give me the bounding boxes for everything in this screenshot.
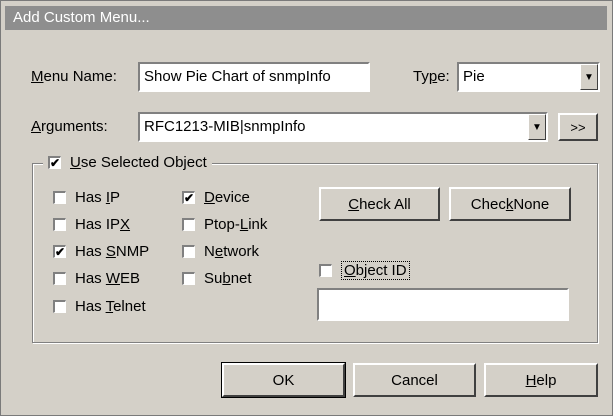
menu-name-label: Menu Name: [31, 68, 117, 85]
checkbox-icon [53, 300, 66, 313]
type-dropdown-arrow-icon[interactable]: ▼ [580, 64, 598, 90]
arguments-value: RFC1213-MIB|snmpInfo [144, 118, 306, 135]
arguments-label: Arguments: [31, 118, 108, 135]
checkbox-icon [182, 272, 195, 285]
menu-name-field[interactable]: Show Pie Chart of snmpInfo [138, 62, 370, 92]
has-telnet-label: Has Telnet [75, 298, 146, 315]
cancel-button[interactable]: Cancel [353, 363, 476, 397]
subnet-checkbox[interactable]: Subnet [182, 270, 252, 287]
arguments-combobox[interactable]: RFC1213-MIB|snmpInfo [138, 112, 548, 142]
checkbox-icon [53, 218, 66, 231]
has-telnet-checkbox[interactable]: Has Telnet [53, 298, 146, 315]
use-selected-object-label: Use Selected Object [70, 154, 207, 171]
has-ipx-checkbox[interactable]: Has IPX [53, 216, 130, 233]
arguments-dropdown-arrow-icon[interactable]: ▼ [528, 114, 546, 140]
object-id-field[interactable] [317, 288, 569, 321]
add-custom-menu-dialog: Add Custom Menu... Menu Name: Show Pie C… [0, 0, 613, 416]
help-button[interactable]: Help [484, 363, 598, 397]
more-arguments-button[interactable]: >> [558, 113, 598, 141]
has-snmp-checkbox[interactable]: ✔ Has SNMP [53, 243, 149, 260]
checkbox-icon: ✔ [53, 245, 66, 259]
checkbox-icon [319, 264, 332, 277]
has-snmp-label: Has SNMP [75, 243, 150, 260]
use-selected-object-checkbox[interactable]: ✔ Use Selected Object [43, 154, 212, 171]
check-all-button[interactable]: Check All [319, 187, 440, 221]
subnet-label: Subnet [204, 270, 252, 287]
checkbox-icon [182, 245, 195, 258]
window-title: Add Custom Menu... [5, 6, 607, 30]
has-web-label: Has WEB [75, 270, 141, 287]
checkbox-icon [53, 272, 66, 285]
type-value: Pie [463, 68, 485, 85]
object-id-checkbox[interactable]: Object ID [319, 261, 410, 280]
checkbox-icon [182, 218, 195, 231]
type-select[interactable]: Pie [457, 62, 600, 92]
checkbox-icon: ✔ [48, 156, 61, 170]
object-id-label: Object ID [341, 261, 410, 280]
network-label: Network [204, 243, 260, 260]
ptop-link-checkbox[interactable]: Ptop-Link [182, 216, 267, 233]
has-ipx-label: Has IPX [75, 216, 131, 233]
check-none-button[interactable]: Chec k None [449, 187, 571, 221]
type-label: Type: [413, 68, 450, 85]
has-ip-label: Has IP [75, 189, 121, 206]
ok-button[interactable]: OK [221, 362, 346, 398]
has-web-checkbox[interactable]: Has WEB [53, 270, 140, 287]
checkbox-icon [53, 191, 66, 204]
device-checkbox[interactable]: ✔ Device [182, 189, 250, 206]
ptop-link-label: Ptop-Link [204, 216, 268, 233]
checkbox-icon: ✔ [182, 191, 195, 205]
device-label: Device [204, 189, 250, 206]
network-checkbox[interactable]: Network [182, 243, 259, 260]
has-ip-checkbox[interactable]: Has IP [53, 189, 120, 206]
